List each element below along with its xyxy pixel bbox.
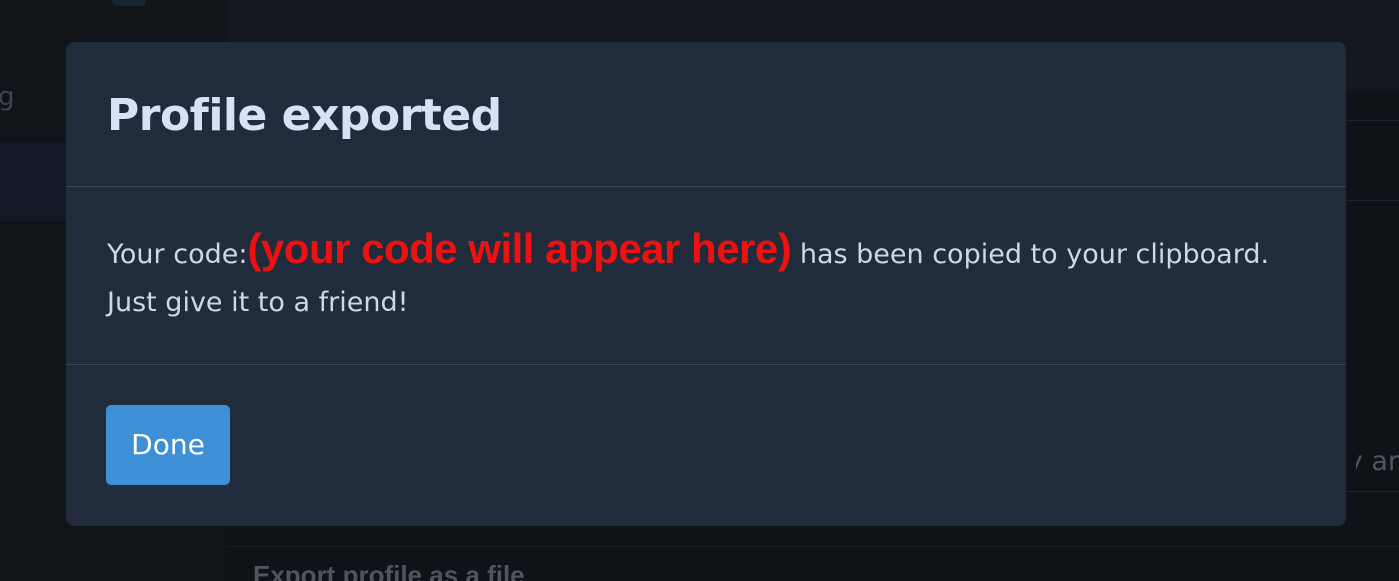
content-divider	[1346, 200, 1399, 201]
modal-header: Profile exported	[66, 42, 1346, 187]
export-code: (your code will appear here)	[247, 225, 792, 272]
modal-footer: Done	[66, 365, 1346, 485]
sidebar-truncated-text: g	[0, 82, 15, 112]
content-divider	[228, 546, 1399, 547]
modal-body: Your code:(your code will appear here) h…	[66, 187, 1346, 365]
modal-title: Profile exported	[107, 90, 502, 141]
done-button[interactable]: Done	[106, 405, 230, 485]
message-prefix: Your code:	[107, 239, 248, 270]
sidebar-badge	[112, 0, 146, 6]
content-divider	[1346, 491, 1399, 492]
modal-message: Your code:(your code will appear here) h…	[107, 225, 1286, 327]
content-divider	[1346, 120, 1399, 121]
profile-exported-modal: Profile exported Your code:(your code wi…	[66, 42, 1346, 526]
export-file-heading: Export profile as a file	[253, 560, 525, 581]
background-truncated-text: ly ar	[1356, 446, 1399, 477]
